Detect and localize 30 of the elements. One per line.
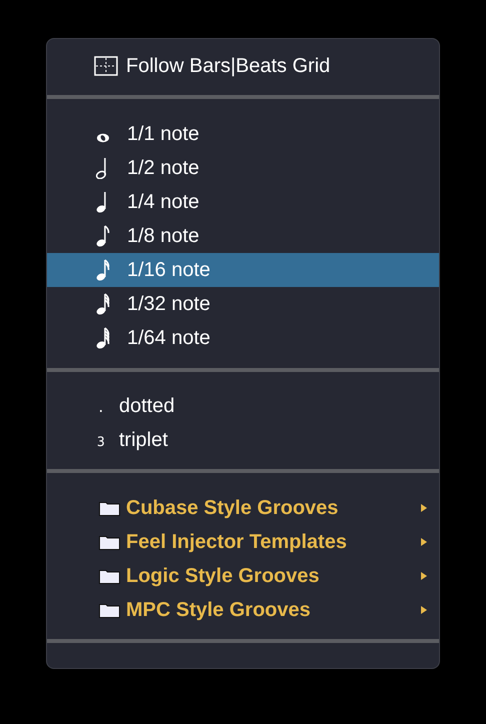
modifier-menu-item[interactable]: 3 triplet [47, 423, 439, 457]
note-menu-item[interactable]: 1/16 note [47, 253, 439, 287]
modifier-menu-item[interactable]: . dotted [47, 389, 439, 423]
music-note-icon [96, 225, 110, 247]
submenu-arrow-icon [421, 606, 427, 614]
folder-icon [99, 500, 120, 516]
music-note-icon [96, 293, 110, 315]
note-menu-item[interactable]: 1/32 note [47, 287, 439, 321]
submenu-arrow-icon [421, 572, 427, 580]
music-note-icon [96, 259, 110, 281]
whole-note-icon [96, 133, 110, 143]
folder-menu-item[interactable]: Feel Injector Templates [47, 525, 439, 559]
note-menu-item[interactable]: 1/4 note [47, 185, 439, 219]
note-menu-item[interactable]: 1/8 note [47, 219, 439, 253]
music-note-icon [96, 327, 110, 349]
grid-icon [94, 56, 118, 76]
submenu-arrow-icon [421, 504, 427, 512]
note-menu-item[interactable]: 1/2 note [47, 151, 439, 185]
folder-icon [99, 602, 120, 618]
note-menu-item[interactable]: 1/64 note [47, 321, 439, 355]
modifier-symbol: . [97, 400, 106, 418]
folder-menu-item[interactable]: MPC Style Grooves [47, 593, 439, 627]
folder-icon [99, 534, 120, 550]
folder-menu-item[interactable]: Cubase Style Grooves [47, 491, 439, 525]
submenu-arrow-icon [421, 538, 427, 546]
folder-menu-item[interactable]: Logic Style Grooves [47, 559, 439, 593]
modifier-symbol: 3 [97, 434, 106, 452]
note-menu-item[interactable]: 1/1 note [47, 117, 439, 151]
menu-item[interactable]: Follow Bars|Beats Grid [47, 49, 439, 83]
folder-icon [99, 568, 120, 584]
